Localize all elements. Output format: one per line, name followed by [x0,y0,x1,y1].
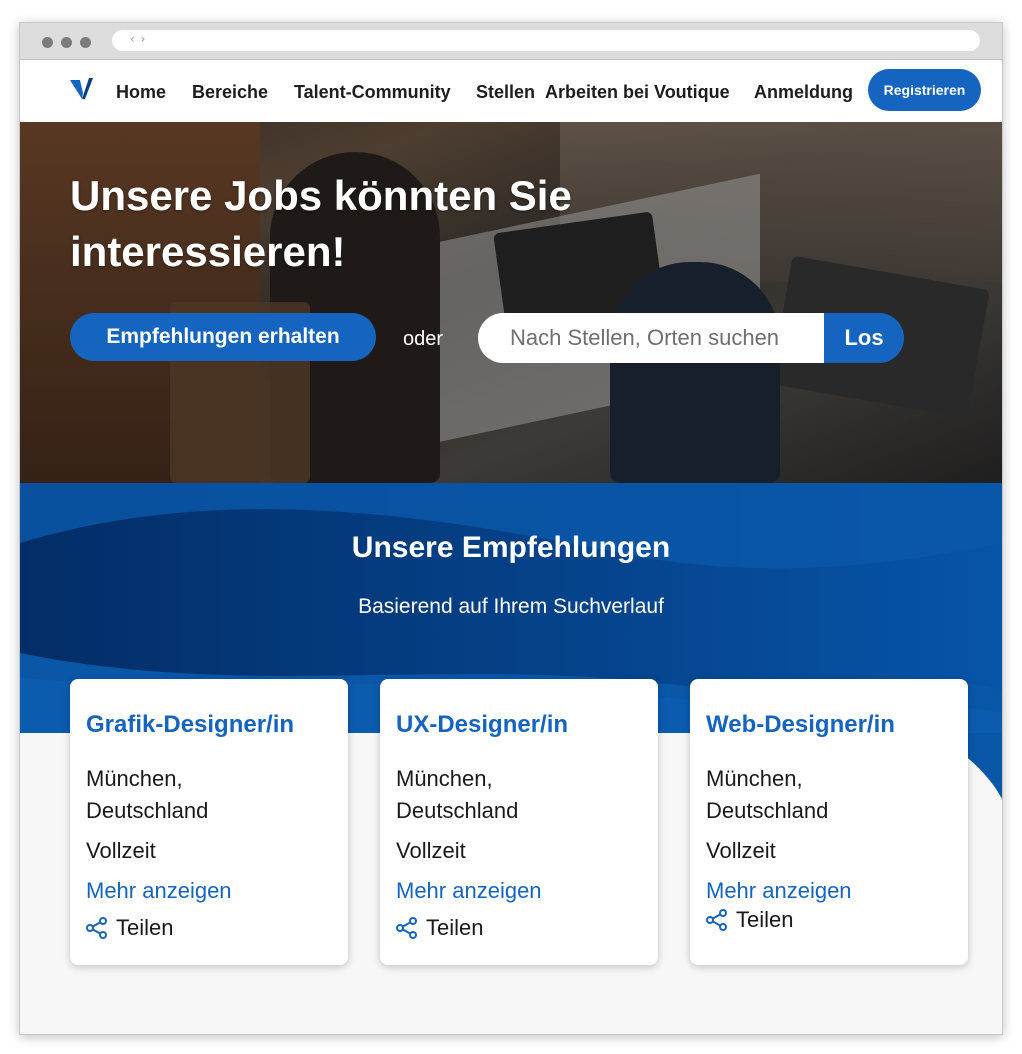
search-button[interactable]: Los [824,313,904,363]
browser-toolbar: ‹ › [20,23,1002,60]
window-maximize-dot[interactable] [80,37,91,48]
nav-arbeiten-bei-voutique[interactable]: Arbeiten bei Voutique [545,82,730,103]
address-bar[interactable]: ‹ › [112,30,980,51]
share-button[interactable]: Teilen [706,907,952,933]
nav-home[interactable]: Home [116,82,166,103]
job-title[interactable]: Web-Designer/in [706,709,952,741]
register-button[interactable]: Registrieren [868,69,981,111]
job-type: Vollzeit [396,838,466,863]
hero-title: Unsere Jobs könnten Sie interessieren! [70,172,572,275]
site-header: Home Bereiche Talent-Community Stellen A… [20,60,1002,122]
job-location: München, Deutschland [706,766,829,823]
show-more-link[interactable]: Mehr anzeigen [706,875,952,907]
window-close-dot[interactable] [42,37,53,48]
share-button[interactable]: Teilen [86,915,332,941]
job-title[interactable]: UX-Designer/in [396,709,642,741]
share-icon [396,917,417,939]
or-label: oder [403,328,444,350]
share-label: Teilen [116,915,174,940]
recommendations-section: Unsere Empfehlungen Basierend auf Ihrem … [20,483,1002,1034]
job-type: Vollzeit [706,838,776,863]
show-more-link[interactable]: Mehr anzeigen [86,875,332,907]
recommendations-title: Unsere Empfehlungen [351,531,671,564]
search-input[interactable] [478,313,824,363]
job-type: Vollzeit [86,838,156,863]
window-minimize-dot[interactable] [61,37,72,48]
job-card[interactable]: Grafik-Designer/in München, Deutschland … [70,679,348,965]
job-card[interactable]: UX-Designer/in München, Deutschland Voll… [380,679,658,965]
job-card[interactable]: Web-Designer/in München, Deutschland Vol… [690,679,968,965]
share-button[interactable]: Teilen [396,915,642,941]
get-recommendations-button[interactable]: Empfehlungen erhalten [70,313,376,361]
browser-window: ‹ › Home Bereiche Talent-Community Stell… [19,22,1003,1035]
hero-section: Unsere Jobs könnten Sie interessieren! E… [20,122,1002,483]
share-icon [706,909,727,931]
recommendations-subtitle: Basierend auf Ihrem Suchverlauf [358,595,664,618]
share-icon [86,917,107,939]
job-location: München, Deutschland [86,766,209,823]
share-label: Teilen [736,907,794,932]
nav-talent-community[interactable]: Talent-Community [294,82,451,103]
nav-bereiche[interactable]: Bereiche [192,82,268,103]
show-more-link[interactable]: Mehr anzeigen [396,875,642,907]
voutique-logo[interactable] [68,76,96,102]
share-label: Teilen [426,915,484,940]
job-location: München, Deutschland [396,766,519,823]
job-title[interactable]: Grafik-Designer/in [86,709,332,741]
back-forward-icon[interactable]: ‹ › [130,32,146,46]
nav-anmeldung[interactable]: Anmeldung [754,82,853,103]
nav-stellen[interactable]: Stellen [476,82,535,103]
